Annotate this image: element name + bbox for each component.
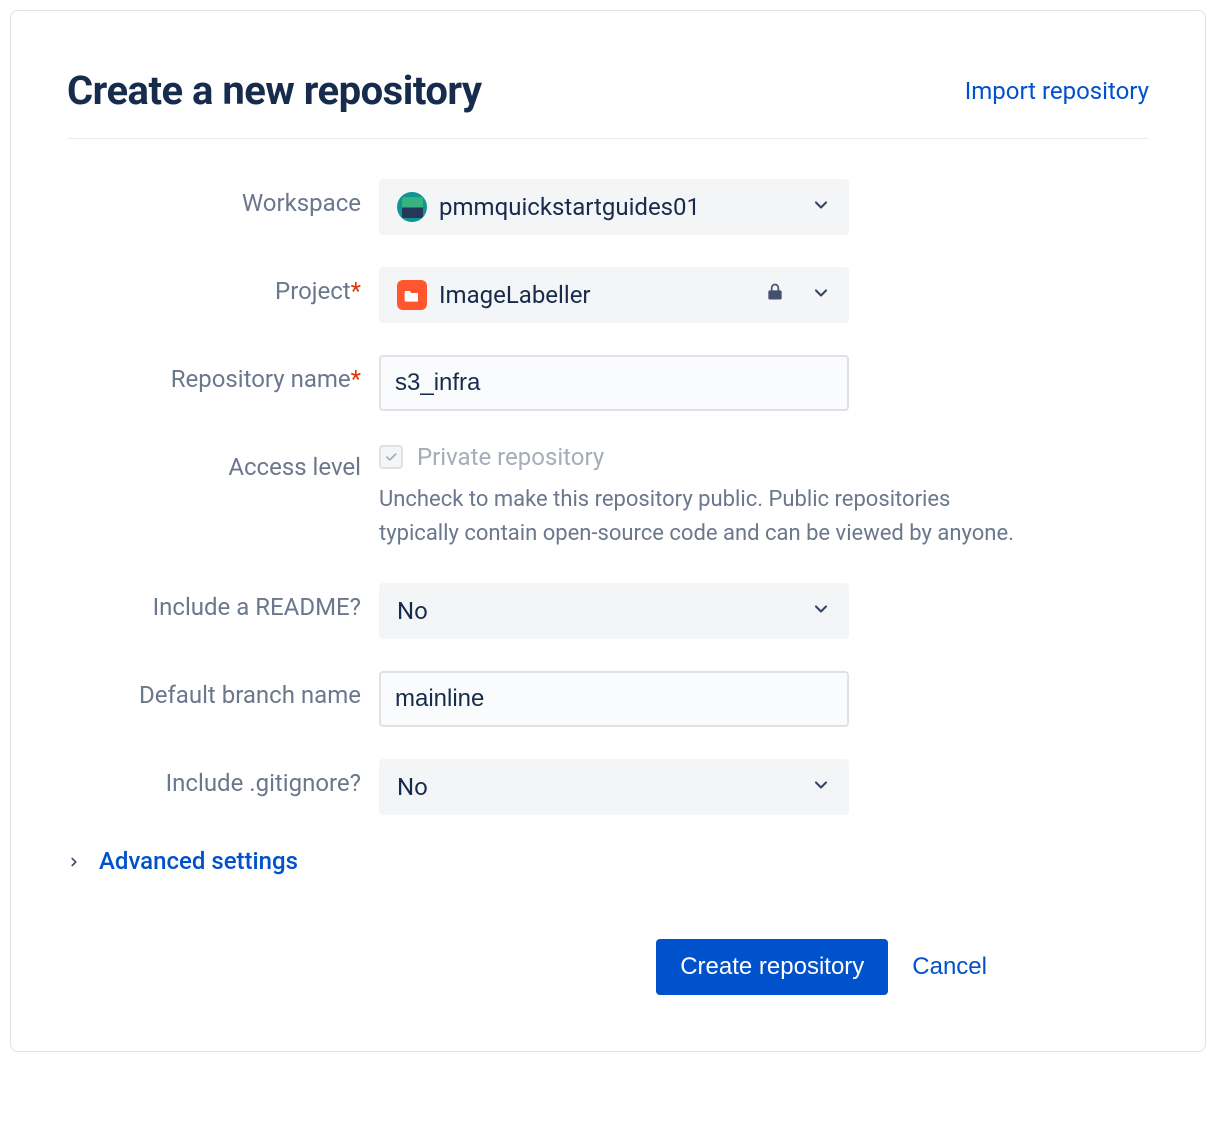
page-title: Create a new repository: [67, 67, 482, 114]
chevron-down-icon: [811, 773, 831, 801]
repo-name-row: Repository name*: [67, 355, 1047, 411]
advanced-settings-label: Advanced settings: [99, 847, 298, 875]
chevron-down-icon: [811, 193, 831, 221]
chevron-right-icon: [67, 847, 81, 875]
lock-icon: [765, 281, 785, 309]
private-repo-checkbox-row: Private repository: [379, 443, 1047, 471]
chevron-down-icon: [811, 597, 831, 625]
default-branch-input[interactable]: [379, 671, 849, 727]
gitignore-value: No: [397, 773, 428, 801]
project-row: Project* ImageLabeller: [67, 267, 1047, 323]
cancel-button[interactable]: Cancel: [912, 953, 987, 981]
access-level-label: Access level: [67, 443, 379, 481]
readme-row: Include a README? No: [67, 583, 1047, 639]
project-select[interactable]: ImageLabeller: [379, 267, 849, 323]
repo-name-input[interactable]: [379, 355, 849, 411]
gitignore-label: Include .gitignore?: [67, 759, 379, 797]
default-branch-label: Default branch name: [67, 671, 379, 709]
repo-name-label: Repository name*: [67, 355, 379, 393]
import-repository-link[interactable]: Import repository: [965, 77, 1149, 105]
access-level-row: Access level Private repository Uncheck …: [67, 443, 1047, 551]
form: Workspace pmmquickstartguides01 Project*: [67, 179, 1047, 995]
project-label: Project*: [67, 267, 379, 305]
gitignore-select[interactable]: No: [379, 759, 849, 815]
readme-select[interactable]: No: [379, 583, 849, 639]
check-icon: [384, 450, 398, 464]
advanced-settings-toggle[interactable]: Advanced settings: [67, 847, 1047, 875]
workspace-value: pmmquickstartguides01: [439, 193, 700, 221]
workspace-select[interactable]: pmmquickstartguides01: [379, 179, 849, 235]
create-repo-card: Create a new repository Import repositor…: [10, 10, 1206, 1052]
private-repo-checkbox[interactable]: [379, 445, 403, 469]
chevron-down-icon: [811, 281, 831, 309]
header-row: Create a new repository Import repositor…: [67, 67, 1149, 139]
default-branch-row: Default branch name: [67, 671, 1047, 727]
workspace-avatar-icon: [397, 192, 427, 222]
project-value: ImageLabeller: [439, 281, 591, 309]
readme-label: Include a README?: [67, 583, 379, 621]
form-footer: Create repository Cancel: [67, 939, 1047, 995]
readme-value: No: [397, 597, 428, 625]
project-avatar-icon: [397, 280, 427, 310]
private-repo-checkbox-label: Private repository: [417, 443, 604, 471]
access-level-helper: Uncheck to make this repository public. …: [379, 483, 1019, 551]
workspace-row: Workspace pmmquickstartguides01: [67, 179, 1047, 235]
create-repository-button[interactable]: Create repository: [656, 939, 888, 995]
gitignore-row: Include .gitignore? No: [67, 759, 1047, 815]
workspace-label: Workspace: [67, 179, 379, 217]
